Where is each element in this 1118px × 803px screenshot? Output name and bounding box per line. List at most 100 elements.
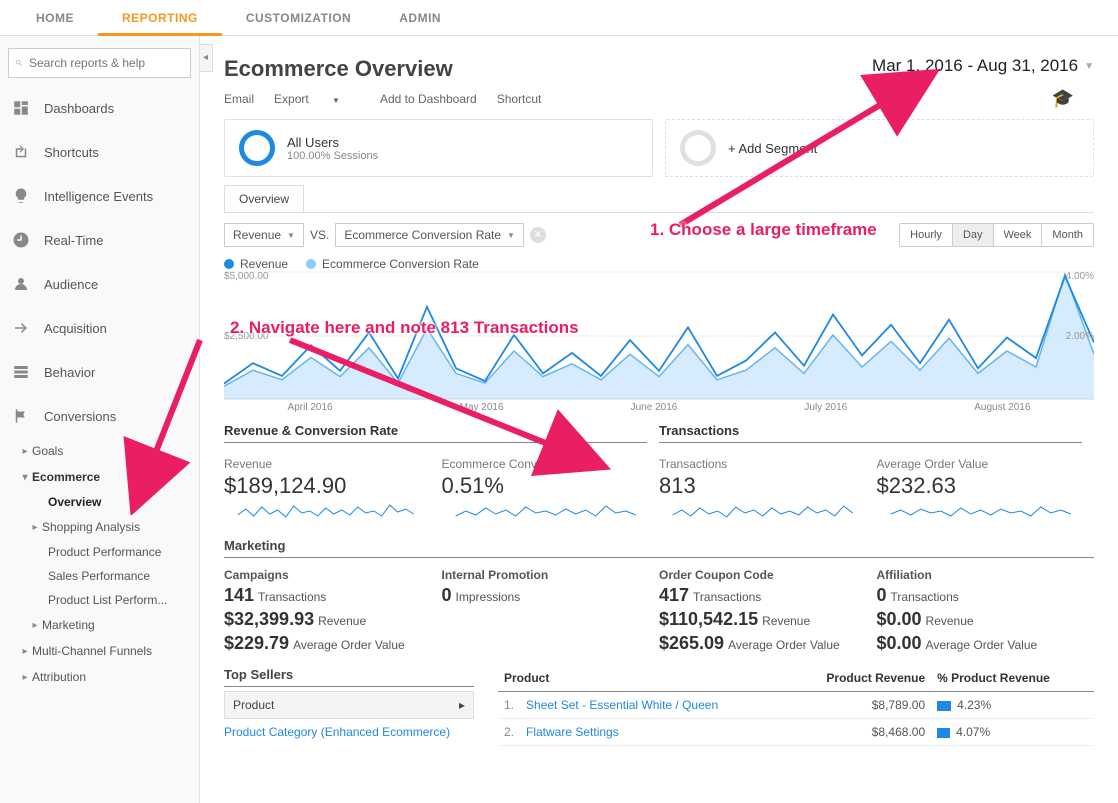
row-index: 1. <box>498 692 520 719</box>
product-link[interactable]: Sheet Set - Essential White / Queen <box>526 698 718 712</box>
mkt-unit: Transactions <box>891 590 959 604</box>
sub2-prodperf[interactable]: Product Performance <box>6 540 199 564</box>
mkt-affiliation: Affiliation 0Transactions $0.00Revenue $… <box>877 568 1095 657</box>
nav-audience[interactable]: Audience <box>0 262 199 306</box>
gran-day[interactable]: Day <box>952 224 993 246</box>
nav-reporting[interactable]: REPORTING <box>98 0 222 36</box>
y-label-mid: $2,500.00 <box>224 331 269 342</box>
nav-behavior[interactable]: Behavior <box>0 350 199 394</box>
search-box[interactable] <box>8 48 191 78</box>
pct-bar <box>937 701 951 711</box>
gran-week[interactable]: Week <box>993 224 1042 246</box>
flag-icon <box>12 407 30 425</box>
sparkline <box>877 499 1085 521</box>
tb-shortcut[interactable]: Shortcut <box>497 92 542 106</box>
sub-goals[interactable]: ▸Goals <box>6 438 199 464</box>
mkt-unit: Transactions <box>258 590 326 604</box>
chevron-down-icon: ▼ <box>1084 61 1094 72</box>
page-title: Ecommerce Overview <box>224 56 453 82</box>
sub2-overview[interactable]: Overview <box>6 490 199 514</box>
sidebar-collapse[interactable]: ◂ <box>200 44 213 72</box>
metric2-dropdown[interactable]: Ecommerce Conversion Rate▼ <box>335 223 524 247</box>
nav-customization[interactable]: CUSTOMIZATION <box>222 0 375 36</box>
mkt-val: 0 <box>442 585 452 605</box>
mkt-val: 417 <box>659 585 689 605</box>
nav-label: Acquisition <box>44 321 107 336</box>
main-panel: ◂ Ecommerce Overview Mar 1, 2016 - Aug 3… <box>200 36 1118 803</box>
tb-export-label: Export <box>274 92 309 106</box>
top-sellers-heading: Top Sellers <box>224 667 474 687</box>
date-range-text: Mar 1, 2016 - Aug 31, 2016 <box>872 56 1078 76</box>
shortcut-icon <box>12 143 30 161</box>
dim-product-category[interactable]: Product Category (Enhanced Ecommerce) <box>224 719 474 745</box>
nav-shortcuts[interactable]: Shortcuts <box>0 130 199 174</box>
section-revenue-conv: Revenue & Conversion Rate <box>224 423 647 443</box>
nav-label: Dashboards <box>44 101 114 116</box>
mkt-col-title: Internal Promotion <box>442 568 648 582</box>
nav-home[interactable]: HOME <box>12 0 98 36</box>
tab-overview[interactable]: Overview <box>224 185 304 212</box>
marketing-heading: Marketing <box>224 538 1094 558</box>
mkt-unit: Impressions <box>456 590 521 604</box>
table-row: 1. Sheet Set - Essential White / Queen $… <box>498 692 1094 719</box>
search-input[interactable] <box>29 56 184 70</box>
nav-admin[interactable]: ADMIN <box>375 0 465 36</box>
tb-add-dashboard[interactable]: Add to Dashboard <box>380 92 477 106</box>
mkt-unit: Revenue <box>318 614 366 628</box>
sub2-marketing[interactable]: ▸Marketing <box>6 612 199 638</box>
bulb-icon <box>12 187 30 205</box>
metric1-label: Revenue <box>233 228 281 242</box>
product-link[interactable]: Flatware Settings <box>526 725 619 739</box>
sub2-salesperf[interactable]: Sales Performance <box>6 564 199 588</box>
dashboard-icon <box>12 99 30 117</box>
mkt-col-title: Campaigns <box>224 568 430 582</box>
nav-intelligence[interactable]: Intelligence Events <box>0 174 199 218</box>
sub-attribution[interactable]: ▸Attribution <box>6 664 199 690</box>
nav-realtime[interactable]: Real-Time <box>0 218 199 262</box>
nav-label: Shortcuts <box>44 145 99 160</box>
clear-metric2[interactable]: ✕ <box>530 227 546 243</box>
mkt-val: $110,542.15 <box>659 609 758 629</box>
segment-all-users[interactable]: All Users 100.00% Sessions <box>224 119 653 177</box>
tb-export[interactable]: Export ▼ <box>274 92 360 106</box>
kpi-value: 813 <box>659 473 867 499</box>
sub2-shopping[interactable]: ▸Shopping Analysis <box>6 514 199 540</box>
chevron-down-icon: ▼ <box>332 96 340 105</box>
metric1-dropdown[interactable]: Revenue▼ <box>224 223 304 247</box>
mkt-val: 141 <box>224 585 254 605</box>
kpi-aov: Average Order Value $232.63 <box>877 451 1095 524</box>
report-toolbar: Email Export ▼ Add to Dashboard Shortcut… <box>200 84 1118 119</box>
mkt-unit: Revenue <box>926 614 974 628</box>
nav-acquisition[interactable]: Acquisition <box>0 306 199 350</box>
tb-email[interactable]: Email <box>224 92 254 106</box>
row-rev: $8,468.00 <box>787 719 932 746</box>
gran-month[interactable]: Month <box>1041 224 1093 246</box>
mkt-val: 0 <box>877 585 887 605</box>
vs-label: VS. <box>310 228 329 242</box>
nav-dashboards[interactable]: Dashboards <box>0 86 199 130</box>
graduation-icon[interactable]: 🎓 <box>1052 88 1074 109</box>
y2-label-mid: 2.00% <box>1066 331 1094 342</box>
mkt-unit: Average Order Value <box>728 638 840 652</box>
main-chart: $5,000.00 $2,500.00 4.00% 2.00% <box>200 271 1118 404</box>
sub2-prodlist[interactable]: Product List Perform... <box>6 588 199 612</box>
top-sellers-dimension: Top Sellers Product▸ Product Category (E… <box>224 667 474 746</box>
add-segment[interactable]: + Add Segment <box>665 119 1094 177</box>
table-row: 2. Flatware Settings $8,468.00 4.07% <box>498 719 1094 746</box>
dim-product[interactable]: Product▸ <box>224 691 474 719</box>
mkt-val: $0.00 <box>877 633 922 653</box>
date-range-picker[interactable]: Mar 1, 2016 - Aug 31, 2016 ▼ <box>872 56 1094 76</box>
sub-ecommerce[interactable]: ▾Ecommerce <box>6 464 199 490</box>
search-icon <box>15 56 23 70</box>
legend-dot-revenue <box>224 259 234 269</box>
nav-label: Real-Time <box>44 233 103 248</box>
granularity-toggle: Hourly Day Week Month <box>899 223 1094 247</box>
sub-label: Ecommerce <box>32 470 100 484</box>
kpi-label: Ecommerce Conversion Rate <box>442 457 650 471</box>
sub-label: Shopping Analysis <box>42 520 140 534</box>
top-sellers-table: Product Product Revenue % Product Revenu… <box>498 667 1094 746</box>
legend-revenue: Revenue <box>240 257 288 271</box>
nav-conversions[interactable]: Conversions <box>0 394 199 438</box>
sub-multichannel[interactable]: ▸Multi-Channel Funnels <box>6 638 199 664</box>
gran-hourly[interactable]: Hourly <box>900 224 952 246</box>
